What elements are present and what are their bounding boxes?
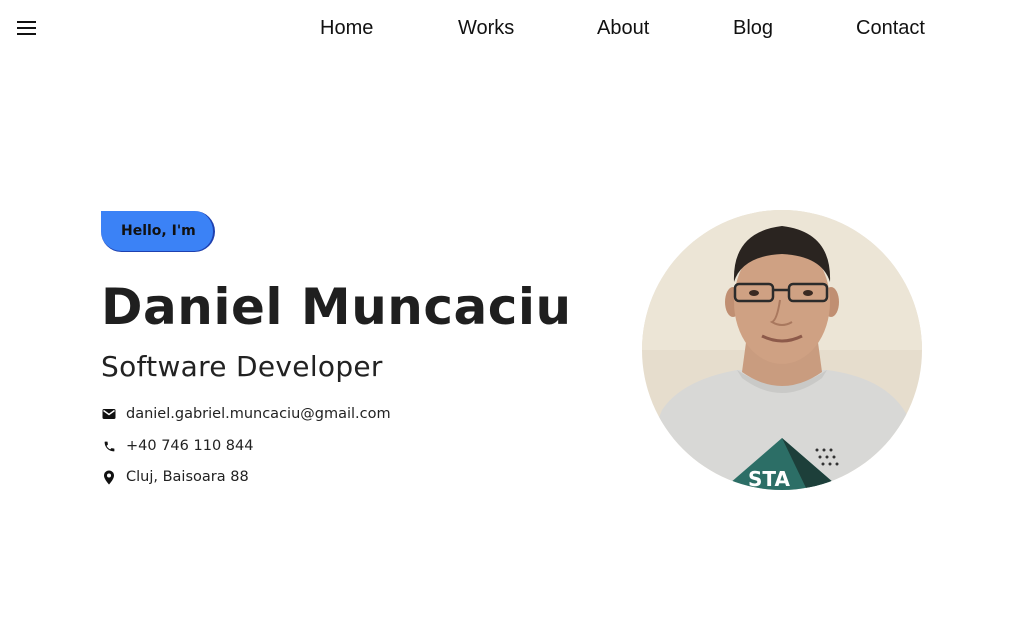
shirt-print: STA <box>748 467 790 490</box>
job-title: Software Developer <box>101 350 383 383</box>
nav-link-about[interactable]: About <box>597 16 649 40</box>
profile-photo: STA <box>642 210 922 490</box>
contact-phone[interactable]: +40 746 110 844 <box>126 438 253 454</box>
contact-email-row[interactable]: daniel.gabriel.muncaciu@gmail.com <box>101 403 391 425</box>
nav-link-contact[interactable]: Contact <box>856 16 925 40</box>
top-navigation: Home Works About Blog Contact <box>0 0 1016 56</box>
contact-location-row: Cluj, Baisoara 88 <box>101 466 249 488</box>
location-pin-icon <box>101 469 117 485</box>
nav-link-works[interactable]: Works <box>458 16 514 40</box>
contact-location: Cluj, Baisoara 88 <box>126 469 249 485</box>
mail-icon <box>101 406 117 422</box>
menu-icon[interactable] <box>16 19 38 37</box>
nav-link-home[interactable]: Home <box>320 16 373 40</box>
nav-link-blog[interactable]: Blog <box>733 16 773 40</box>
greeting-badge: Hello, I'm <box>101 211 215 252</box>
phone-icon <box>101 438 117 454</box>
contact-email[interactable]: daniel.gabriel.muncaciu@gmail.com <box>126 406 391 422</box>
contact-phone-row[interactable]: +40 746 110 844 <box>101 435 253 457</box>
portrait-illustration: STA <box>642 210 922 490</box>
person-name: Daniel Muncaciu <box>101 278 572 336</box>
